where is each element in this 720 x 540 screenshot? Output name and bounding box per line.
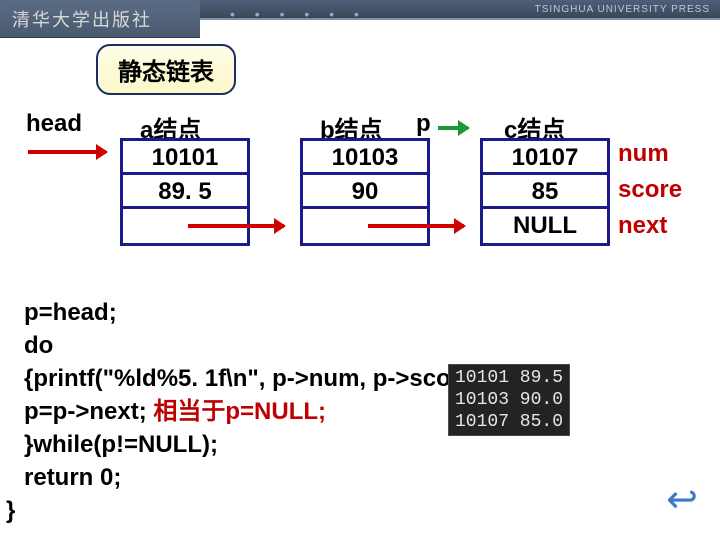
arrow-b-to-c — [368, 224, 464, 228]
node-b: 10103 90 — [300, 138, 430, 246]
code-line-5: }while(p!=NULL); — [24, 428, 489, 461]
back-arrow-icon[interactable]: ↩ — [666, 477, 698, 522]
code-line-2: do — [24, 329, 489, 362]
output-row-3: 10107 85.0 — [455, 411, 563, 433]
node-b-num: 10103 — [303, 141, 427, 175]
code-line-1: p=head; — [24, 296, 489, 329]
slide-title: 静态链表 — [96, 44, 236, 95]
output-row-1: 10101 89.5 — [455, 367, 563, 389]
code-line-4-comment: 相当于p=NULL; — [153, 398, 326, 425]
publisher-name: 清华大学出版社 — [0, 0, 200, 38]
node-c-num: 10107 — [483, 141, 607, 175]
node-a-score: 89. 5 — [123, 175, 247, 209]
node-c: 10107 85 NULL — [480, 138, 610, 246]
p-label: p — [416, 110, 431, 138]
header-dots: • • • • • • — [230, 6, 367, 22]
code-line-3: {printf("%ld%5. 1f\n", p->num, p->score)… — [24, 362, 489, 395]
node-c-score: 85 — [483, 175, 607, 209]
node-a-num: 10101 — [123, 141, 247, 175]
output-row-2: 10103 90.0 — [455, 389, 563, 411]
code-line-6: return 0; — [24, 461, 489, 494]
code-line-4: p=p->next; 相当于p=NULL; — [24, 395, 489, 428]
head-label: head — [26, 110, 82, 138]
field-score-label: score — [618, 176, 682, 204]
field-next-label: next — [618, 212, 667, 240]
code-line-7: } — [6, 494, 489, 527]
code-block: p=head; do {printf("%ld%5. 1f\n", p->num… — [24, 296, 489, 527]
node-c-next: NULL — [483, 209, 607, 243]
arrow-p-to-c — [438, 126, 468, 130]
code-line-4-code: p=p->next; — [24, 398, 153, 425]
node-b-score: 90 — [303, 175, 427, 209]
console-output: 10101 89.5 10103 90.0 10107 85.0 — [448, 364, 570, 436]
node-a: 10101 89. 5 — [120, 138, 250, 246]
arrow-head-to-a — [28, 150, 106, 154]
arrow-a-to-b — [188, 224, 284, 228]
field-num-label: num — [618, 140, 669, 168]
